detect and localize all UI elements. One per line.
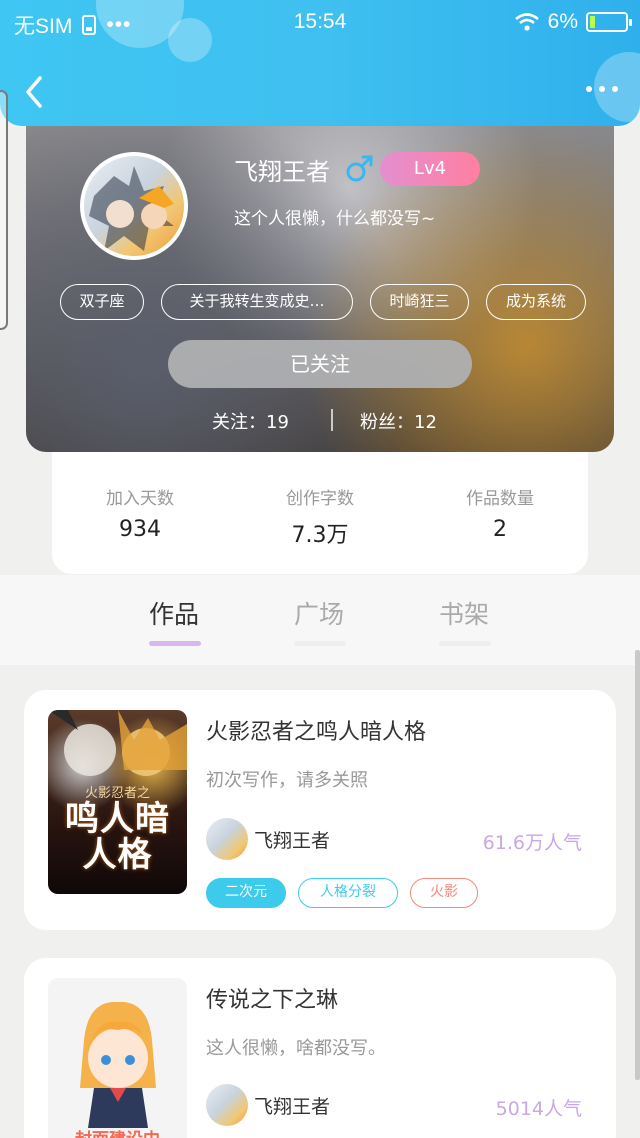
- battery-level: [590, 16, 595, 28]
- book-title[interactable]: 传说之下之琳: [206, 982, 338, 1014]
- back-button[interactable]: [20, 74, 50, 110]
- tab-bookshelf[interactable]: 书架: [429, 595, 499, 631]
- genre-tag[interactable]: 人格分裂: [298, 878, 398, 908]
- more-button[interactable]: [586, 86, 618, 92]
- side-handle: [0, 90, 8, 330]
- followers-count[interactable]: 粉丝：12: [360, 408, 437, 434]
- tab-works[interactable]: 作品: [139, 595, 209, 631]
- following-count[interactable]: 关注：19: [212, 408, 289, 434]
- book-cover[interactable]: 火影忍者之 鸣人暗人格: [48, 710, 187, 894]
- popularity-count: 61.6万人气: [482, 832, 582, 854]
- follow-button[interactable]: 已关注: [168, 340, 472, 388]
- author-avatar[interactable]: [206, 818, 248, 860]
- author-name[interactable]: 飞翔王者: [254, 826, 330, 853]
- profile-nickname: 飞翔王者: [234, 158, 330, 186]
- more-dot: [612, 86, 618, 92]
- scrollbar[interactable]: [635, 650, 640, 1080]
- wifi-icon: [514, 13, 539, 31]
- author-avatar[interactable]: [206, 1084, 248, 1126]
- genre-tag[interactable]: 火影: [410, 878, 478, 908]
- male-icon: [346, 155, 373, 182]
- more-dot: [599, 86, 605, 92]
- more-dots-icon: [586, 86, 592, 92]
- book-description: 初次写作，请多关照: [206, 770, 368, 791]
- profile-tag[interactable]: 关于我转生变成史…: [161, 284, 353, 320]
- stat-works-count: 作品数量 2: [440, 484, 560, 542]
- battery-percent: 6%: [547, 10, 578, 33]
- avatar[interactable]: [80, 152, 188, 260]
- battery-icon: [586, 12, 632, 32]
- stat-label: 作品数量: [466, 489, 534, 509]
- status-bar: 无SIM ••• 15:54 6%: [0, 0, 640, 44]
- stat-value: 7.3万: [291, 523, 349, 548]
- book-title[interactable]: 火影忍者之鸣人暗人格: [206, 714, 426, 746]
- tab-indicator: [294, 641, 346, 646]
- stat-label: 加入天数: [106, 489, 174, 509]
- book-description: 这人很懒，啥都没写。: [206, 1038, 386, 1059]
- profile-tag[interactable]: 双子座: [60, 284, 144, 320]
- stat-word-count: 创作字数 7.3万: [260, 484, 380, 549]
- tab-indicator: [149, 641, 201, 646]
- genre-tag[interactable]: 二次元: [206, 878, 286, 908]
- top-header: 无SIM ••• 15:54 6%: [0, 0, 640, 126]
- profile-tag[interactable]: 成为系统: [486, 284, 586, 320]
- profile-card: 飞翔王者 Lv4 这个人很懒，什么都没写~ 双子座 关于我转生变成史… 时崎狂三…: [26, 100, 614, 452]
- stat-label: 创作字数: [286, 489, 354, 509]
- popularity-count: 5014人气: [495, 1098, 582, 1120]
- cover-placeholder-label: 封面建设中: [48, 1125, 187, 1138]
- book-card[interactable]: 火影忍者之 鸣人暗人格 火影忍者之鸣人暗人格 初次写作，请多关照 飞翔王者 61…: [24, 690, 616, 930]
- level-badge: Lv4: [380, 152, 480, 186]
- cover-title: 鸣人暗人格: [65, 799, 170, 875]
- tab-bar: 作品 广场 书架: [0, 575, 640, 665]
- stat-join-days: 加入天数 934: [80, 484, 200, 542]
- avatar-illustration: [89, 166, 174, 251]
- stats-card: 加入天数 934 创作字数 7.3万 作品数量 2: [52, 440, 588, 574]
- author-name[interactable]: 飞翔王者: [254, 1092, 330, 1119]
- tab-indicator: [439, 641, 491, 646]
- divider: [331, 409, 333, 431]
- cover-placeholder-illustration: [80, 1001, 156, 1128]
- book-card[interactable]: 封面建设中 传说之下之琳 这人很懒，啥都没写。 飞翔王者 5014人气: [24, 958, 616, 1138]
- profile-tag[interactable]: 时崎狂三: [370, 284, 469, 320]
- stat-value: 934: [119, 517, 161, 542]
- tab-square[interactable]: 广场: [284, 595, 354, 631]
- profile-bio: 这个人很懒，什么都没写~: [234, 209, 436, 229]
- chevron-left-icon: [26, 76, 42, 108]
- stat-value: 2: [493, 517, 507, 542]
- book-cover[interactable]: 封面建设中: [48, 978, 187, 1138]
